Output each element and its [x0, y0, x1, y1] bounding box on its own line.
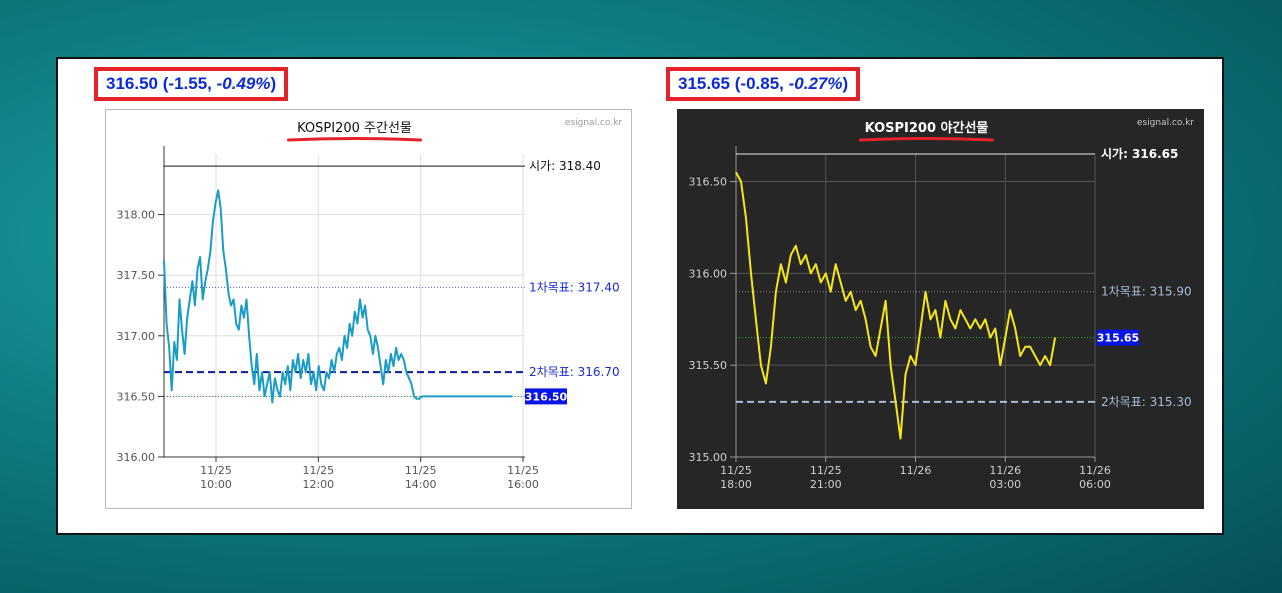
day-quote-close: ): [270, 74, 277, 93]
night-quote-change: -0.85: [740, 74, 780, 93]
chart-watermark: esignal.co.kr: [1137, 118, 1194, 128]
x-tick-date: 11/26: [900, 464, 932, 477]
title-underline: [287, 137, 422, 142]
chart-title: KOSPI200 주간선물: [297, 121, 412, 136]
x-tick-time: 16:00: [507, 478, 539, 491]
x-tick-time: 10:00: [200, 478, 232, 491]
x-tick-date: 11/25: [507, 464, 539, 477]
day-chart-svg: esignal.co.kr KOSPI200 주간선물 316.00 316.50 31…: [105, 109, 632, 509]
y-tick-label: 318.00: [117, 209, 156, 222]
night-quote-price: 315.65: [678, 74, 730, 93]
y-tick-label: 316.50: [689, 176, 728, 189]
chart-watermark: esignal.co.kr: [565, 118, 622, 128]
day-quote-pct: -0.49%: [216, 74, 271, 93]
reference-label: 시가: 318.40: [529, 159, 601, 173]
x-tick-time: 21:00: [810, 478, 842, 491]
y-tick-label: 316.50: [117, 390, 156, 403]
x-tick-time: 03:00: [989, 478, 1021, 491]
reference-label: 2차목표: 315.30: [1101, 395, 1192, 409]
x-tick-time: 18:00: [720, 478, 752, 491]
x-tick-date: 11/26: [989, 464, 1021, 477]
day-chart: esignal.co.kr KOSPI200 주간선물 316.00 316.50 31…: [105, 109, 632, 509]
reference-label: 시가: 316.65: [1101, 146, 1178, 161]
y-tick-label: 316.00: [689, 267, 728, 280]
x-tick-date: 11/25: [720, 464, 752, 477]
x-tick-time: 12:00: [302, 478, 334, 491]
title-underline: [859, 137, 994, 142]
night-quote-sep: ,: [779, 74, 789, 93]
y-tick-label: 317.00: [117, 330, 156, 343]
y-tick-label: 315.00: [689, 451, 728, 464]
last-price-label: 316.50: [525, 390, 568, 403]
last-price-label: 315.65: [1097, 332, 1139, 345]
x-tick-date: 11/25: [810, 464, 842, 477]
x-tick-time: 14:00: [405, 478, 437, 491]
night-quote-box: 315.65 (-0.85, -0.27%): [666, 67, 861, 101]
y-tick-label: 315.50: [689, 359, 728, 372]
y-tick-label: 316.00: [117, 451, 156, 464]
chart-background: [677, 109, 1204, 509]
reference-label: 2차목표: 316.70: [529, 365, 620, 379]
night-chart-svg: esignal.co.kr KOSPI200 야간선물 315.00 315.50 31…: [677, 109, 1204, 509]
day-quote-price: 316.50: [106, 74, 158, 93]
reference-label: 1차목표: 315.90: [1101, 285, 1192, 299]
chart-title: KOSPI200 야간선물: [865, 120, 989, 136]
reference-label: 1차목표: 317.40: [529, 280, 620, 294]
day-quote-change: -1.55: [168, 74, 208, 93]
x-tick-date: 11/25: [405, 464, 437, 477]
day-quote-box: 316.50 (-1.55, -0.49%): [94, 67, 289, 101]
x-tick-date: 11/25: [200, 464, 232, 477]
x-tick-date: 11/26: [1079, 464, 1111, 477]
day-quote-sep: ,: [207, 74, 217, 93]
y-tick-label: 317.50: [117, 269, 156, 282]
night-quote-pct: -0.27%: [788, 74, 843, 93]
x-tick-time: 06:00: [1079, 478, 1111, 491]
night-chart: esignal.co.kr KOSPI200 야간선물 315.00 315.50 31…: [677, 109, 1204, 509]
x-tick-date: 11/25: [302, 464, 334, 477]
night-quote-close: ): [842, 74, 849, 93]
